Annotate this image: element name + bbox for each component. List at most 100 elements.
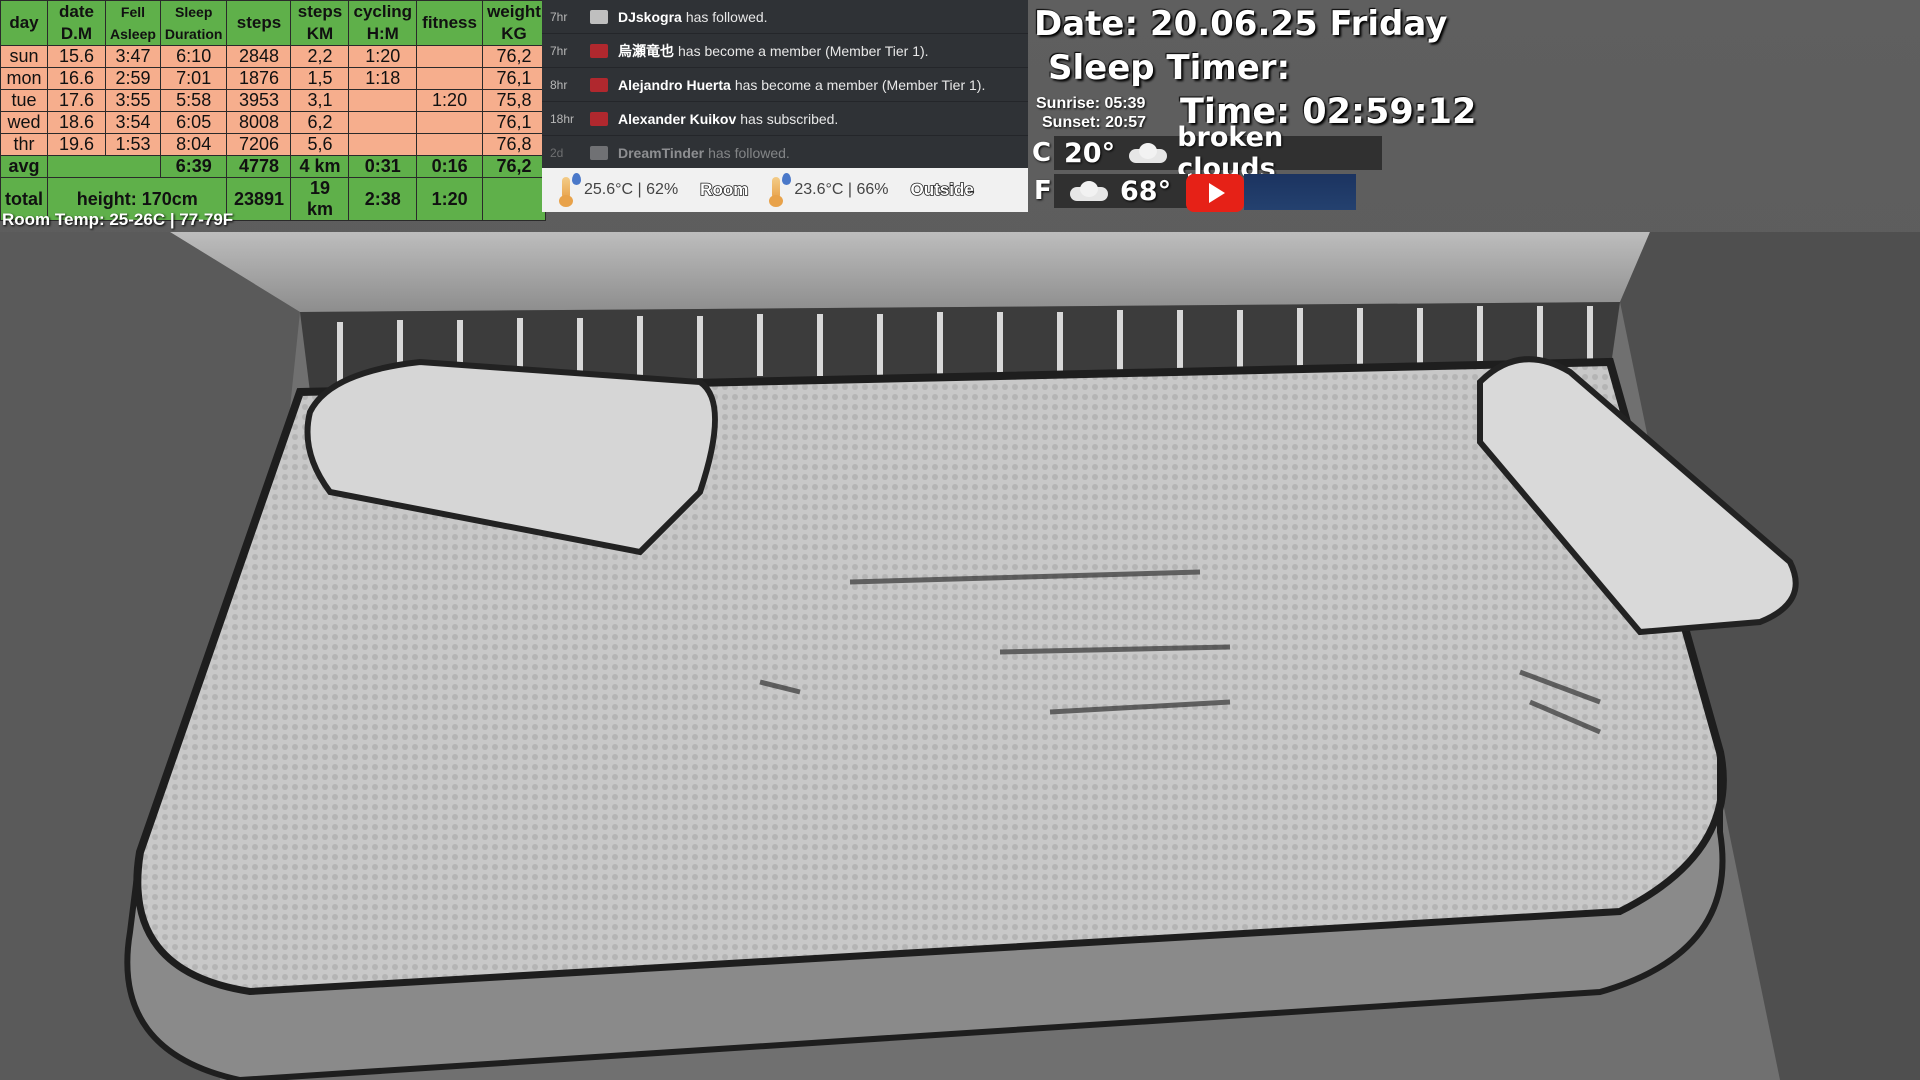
cell-fell-asleep: 1:53	[105, 133, 161, 156]
avg-cycling: 0:31	[348, 155, 418, 178]
cell-sleep-duration: 6:05	[159, 111, 228, 134]
thermometer-icon	[558, 173, 581, 207]
bed-scene	[0, 232, 1920, 1080]
cell-weight: 76,1	[482, 67, 546, 90]
header-weight: weight KG	[482, 0, 546, 46]
cell-day: thr	[0, 133, 48, 156]
member-icon	[590, 111, 608, 126]
feed-text: has become a member (Member Tier 1).	[678, 42, 929, 59]
cell-cycling: 1:20	[348, 45, 418, 68]
room-temp-note: Room Temp: 25-26C | 77-79F	[2, 210, 234, 229]
feed-text: has subscribed.	[740, 110, 839, 127]
feed-time: 18hr	[550, 111, 575, 126]
feed-time: 2d	[550, 145, 564, 160]
cell-steps-km: 2,2	[290, 45, 350, 68]
weather-celsius: 20° broken clouds	[1054, 122, 1382, 184]
avg-weight: 76,2	[482, 155, 546, 178]
cell-weight: 75,8	[482, 89, 546, 112]
cell-day: tue	[0, 89, 48, 112]
cell-fitness	[416, 111, 484, 134]
cell-sleep-duration: 8:04	[159, 133, 228, 156]
feed-item: 18hr Alexander Kuikov has subscribed.	[542, 102, 1028, 136]
header-fitness: fitness	[416, 0, 484, 46]
cell-fitness	[416, 67, 484, 90]
feed-user: Alejandro Huerta	[618, 76, 731, 93]
cell-date: 19.6	[47, 133, 106, 156]
feed-user: DJskogra	[618, 8, 682, 25]
youtube-status-bar	[1244, 174, 1356, 210]
cell-weight: 76,1	[482, 111, 546, 134]
total-km: 19 km	[290, 177, 350, 221]
cloud-icon	[1125, 143, 1168, 163]
cloud-icon	[1066, 181, 1110, 201]
stream-overlay: day date D.M Fell Asleep Sleep Duration ste…	[0, 0, 1920, 1080]
sunset-time: Sunset: 20:57	[1042, 114, 1147, 131]
cell-steps: 8008	[226, 111, 292, 134]
feed-time: 8hr	[550, 77, 568, 92]
activity-feed: 7hr DJskogra has followed. 7hr 烏瀬竜也 has becom…	[542, 0, 1028, 170]
avg-empty	[47, 155, 161, 178]
cell-cycling	[348, 89, 418, 112]
cell-fell-asleep: 3:55	[105, 89, 161, 112]
cell-fell-asleep: 3:47	[105, 45, 161, 68]
feed-text: has followed.	[685, 8, 768, 25]
cell-day: wed	[0, 111, 48, 134]
sunrise-time: Sunrise: 05:39	[1036, 95, 1146, 112]
total-steps: 23891	[226, 177, 292, 221]
outside-label: Outside	[910, 179, 975, 200]
feed-time: 7hr	[550, 9, 568, 24]
cell-cycling: 1:18	[348, 67, 418, 90]
cell-weight: 76,2	[482, 45, 546, 68]
cell-steps-km: 6,2	[290, 111, 350, 134]
sun-times: Sunrise: 05:39 Sunset: 20:57	[1036, 94, 1146, 132]
cell-date: 15.6	[47, 45, 106, 68]
cell-fell-asleep: 2:59	[105, 67, 161, 90]
total-fitness: 1:20	[416, 177, 484, 221]
table-row: sun 15.6 3:47 6:10 2848 2,2 1:20 76,2	[0, 45, 546, 68]
temperature-bar: 25.6°C | 62% Room 23.6°C | 66% Outside	[542, 168, 1028, 212]
cell-steps: 2848	[226, 45, 292, 68]
unit-celsius: C	[1032, 138, 1052, 168]
cell-day: mon	[0, 67, 48, 90]
cell-fell-asleep: 3:54	[105, 111, 161, 134]
cell-date: 17.6	[47, 89, 106, 112]
table-row: wed 18.6 3:54 6:05 8008 6,2 76,1	[0, 111, 546, 134]
cell-cycling	[348, 111, 418, 134]
feed-item: 7hr 烏瀬竜也 has become a member (Member Tier …	[542, 34, 1028, 68]
header-sleep-duration: Sleep Duration	[159, 0, 228, 46]
cell-steps-km: 1,5	[290, 67, 350, 90]
feed-item: 7hr DJskogra has followed.	[542, 0, 1028, 34]
sleep-stats-table: day date D.M Fell Asleep Sleep Duration ste…	[0, 0, 546, 221]
header-day: day	[0, 0, 48, 46]
temp-celsius: 20°	[1064, 137, 1116, 169]
cell-fitness	[416, 133, 484, 156]
cell-steps: 1876	[226, 67, 292, 90]
cell-date: 18.6	[47, 111, 106, 134]
avg-row: avg 6:39 4778 4 km 0:31 0:16 76,2	[0, 155, 546, 178]
feed-user: 烏瀬竜也	[618, 42, 674, 59]
header-cycling: cycling H:M	[348, 0, 418, 46]
date-display: Date: 20.06.25 Friday	[1034, 4, 1448, 44]
table-row: thr 19.6 1:53 8:04 7206 5,6 76,8	[0, 133, 546, 156]
unit-fahrenheit: F	[1034, 176, 1052, 206]
temp-fahrenheit: 68°	[1120, 175, 1172, 207]
cell-steps: 3953	[226, 89, 292, 112]
total-weight	[482, 177, 546, 221]
feed-item: 2d DreamTinder has followed.	[542, 136, 1028, 170]
total-cycling: 2:38	[348, 177, 418, 221]
room-reading: 25.6°C | 62%	[584, 181, 679, 198]
cell-fitness: 1:20	[416, 89, 484, 112]
avg-fitness: 0:16	[416, 155, 484, 178]
weather-fahrenheit: 68°	[1054, 174, 1188, 208]
cell-day: sun	[0, 45, 48, 68]
follow-icon	[590, 145, 608, 160]
cell-sleep-duration: 6:10	[159, 45, 228, 68]
follow-icon	[590, 9, 608, 24]
feed-user: Alexander Kuikov	[618, 110, 737, 127]
cell-steps: 7206	[226, 133, 292, 156]
youtube-play-icon[interactable]	[1186, 174, 1244, 212]
room-label: Room	[699, 179, 749, 200]
cell-steps-km: 5,6	[290, 133, 350, 156]
avg-label: avg	[0, 155, 48, 178]
feed-time: 7hr	[550, 43, 568, 58]
